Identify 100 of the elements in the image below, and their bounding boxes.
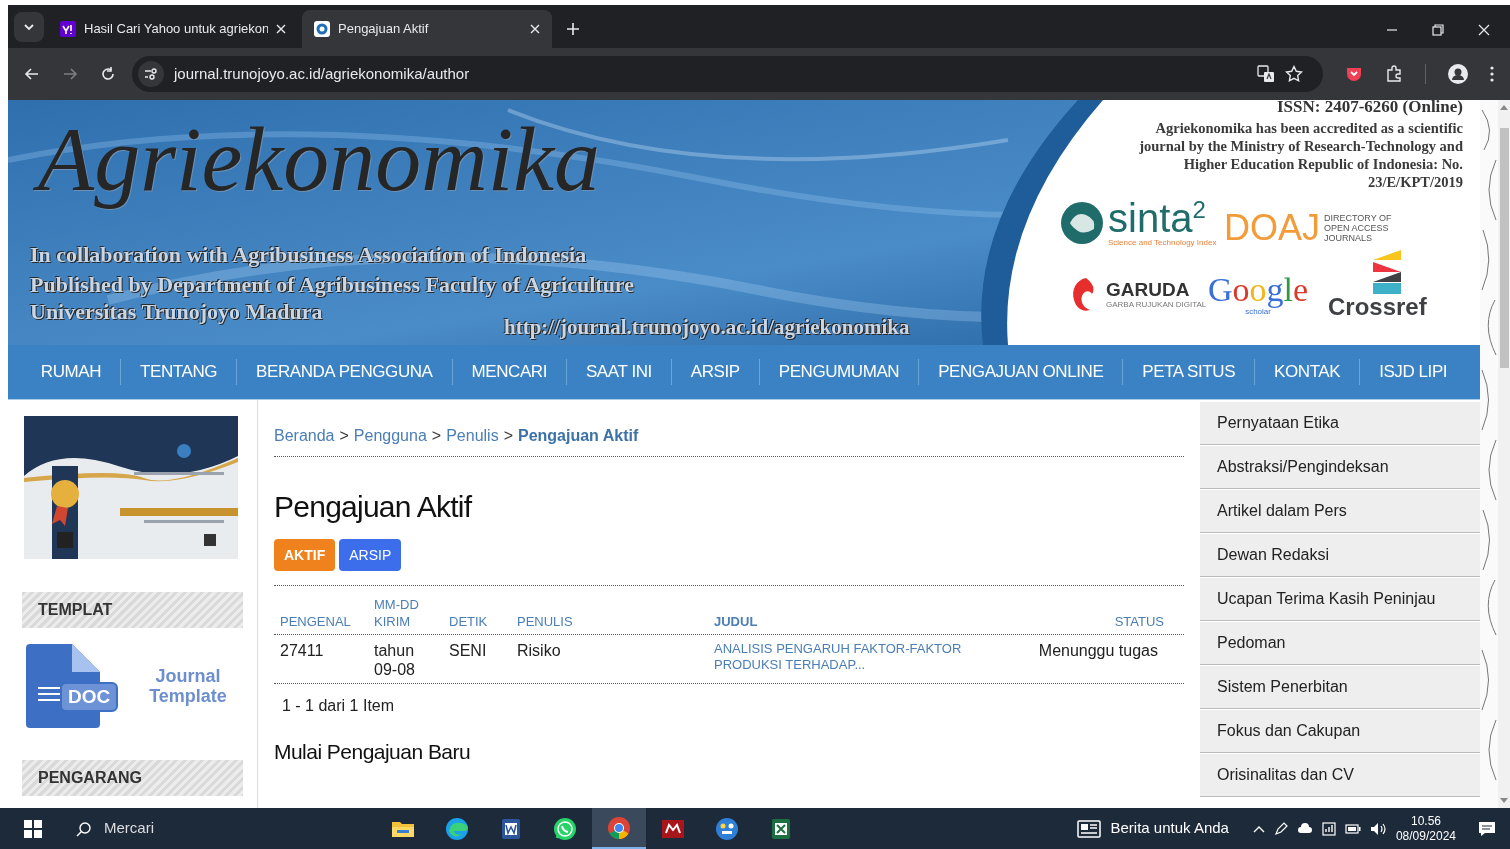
close-icon[interactable] xyxy=(276,24,286,34)
sidebar-link[interactable]: Ucapan Terima Kasih Peninjau xyxy=(1200,578,1480,621)
nav-link[interactable]: MENCARI xyxy=(451,359,566,385)
sidebar-link[interactable]: Artikel dalam Pers xyxy=(1200,490,1480,533)
sidebar-link[interactable]: Abstraksi/Pengindeksan xyxy=(1200,446,1480,489)
accreditation-text: Agriekonomika has been accredited as a scientific journal by the Ministry of Research-Technology and Higher Education Republic of Indonesia: No. 23/E/KPT/2019 xyxy=(1138,119,1463,191)
sinta-rank-text: 2 xyxy=(1192,198,1206,222)
tab-title: Pengajuan Aktif xyxy=(338,20,430,39)
new-tab-icon[interactable] xyxy=(566,22,580,36)
close-icon[interactable] xyxy=(1478,24,1490,36)
stacked-stripes-icon xyxy=(1371,250,1404,294)
nav-link[interactable]: BERANDA PENGGUNA xyxy=(236,359,452,385)
column-header: DETIK xyxy=(449,613,489,630)
sidebar-heading: PENGARANG xyxy=(22,760,243,796)
notification-icon[interactable] xyxy=(1478,820,1496,837)
close-icon[interactable] xyxy=(530,24,540,34)
sinta-tagline-text: Science and Technology Index xyxy=(1108,238,1217,247)
excel-icon xyxy=(769,816,793,841)
sidebar-link[interactable]: Pernyataan Etika xyxy=(1200,402,1480,445)
doc-badge: DOC xyxy=(60,682,119,712)
nav-link[interactable]: ARSIP xyxy=(670,359,759,385)
pocket-icon[interactable] xyxy=(1345,65,1363,83)
reload-icon[interactable] xyxy=(100,66,116,82)
table-cell-text: Menunggu tugas xyxy=(1037,641,1159,660)
nav-link[interactable]: TENTANG xyxy=(120,359,237,385)
nav-link[interactable]: SAAT INI xyxy=(565,359,671,385)
journal-template-link[interactable]: DOC Journal Template xyxy=(22,644,243,728)
collaboration-text: Published by Department of Agribusiness Faculty of Agriculture xyxy=(30,271,634,299)
nav-link[interactable]: KONTAK xyxy=(1254,359,1360,385)
sidebar-link[interactable]: Fokus dan Cakupan xyxy=(1200,710,1480,753)
network-icon[interactable] xyxy=(1321,821,1336,836)
profile-icon[interactable] xyxy=(1448,64,1468,84)
nav-link[interactable]: PETA SITUS xyxy=(1122,359,1255,385)
translate-icon[interactable] xyxy=(1257,65,1275,83)
nav-link[interactable]: PENGUMUMAN xyxy=(758,359,919,385)
scroll-up-icon[interactable] xyxy=(1500,104,1508,110)
windows-start-icon[interactable] xyxy=(24,819,42,838)
news-text: Berita untuk Anda xyxy=(1110,818,1229,839)
section-heading: Mulai Pengajuan Baru xyxy=(274,739,472,765)
scrollbar-thumb[interactable] xyxy=(1499,128,1509,368)
sidebar-link[interactable]: Sistem Penerbitan xyxy=(1200,666,1480,709)
column-header: STATUS xyxy=(1113,613,1165,630)
issn-text: ISSN: 2407-6260 (Online) xyxy=(1276,100,1463,117)
restore-icon[interactable] xyxy=(1432,24,1444,36)
pen-icon[interactable] xyxy=(1273,821,1288,836)
column-header: PENULIS xyxy=(517,613,574,630)
taskbar-search-box[interactable]: Mercari xyxy=(66,808,376,849)
back-icon[interactable] xyxy=(24,66,40,82)
sidebar-link[interactable]: Dewan Redaksi xyxy=(1200,534,1480,577)
chevron-up-icon[interactable] xyxy=(1252,824,1265,833)
tab[interactable]: AKTIF xyxy=(274,539,336,571)
breadcrumb-link[interactable]: Pengajuan Aktif xyxy=(518,424,639,448)
tab[interactable]: ARSIP xyxy=(339,539,402,571)
breadcrumb-link[interactable]: Beranda xyxy=(274,424,335,448)
star-icon[interactable] xyxy=(1285,65,1303,83)
scholar-text: scholar xyxy=(1245,308,1271,316)
cloud-icon[interactable] xyxy=(1296,821,1313,836)
word-icon xyxy=(499,816,523,841)
battery-icon[interactable] xyxy=(1344,823,1361,834)
speaker-icon[interactable] xyxy=(1369,821,1386,836)
browser-tab[interactable]: Hasil Cari Yahoo untuk agriekon xyxy=(48,10,298,48)
submission-title-link[interactable]: ANALISIS PENGARUH FAKTOR-FAKTOR PRODUKSI TERHADAP... xyxy=(714,641,1034,673)
news-widget[interactable]: Berita untuk Anda xyxy=(1076,817,1229,840)
nav-link[interactable]: ISJD LIPI xyxy=(1359,359,1467,385)
tab-title: Hasil Cari Yahoo untuk agriekon xyxy=(84,20,268,39)
forward-icon[interactable] xyxy=(62,66,78,82)
page-title: Pengajuan Aktif xyxy=(274,489,473,525)
extensions-icon[interactable] xyxy=(1385,65,1403,83)
nav-link[interactable]: PENGAJUAN ONLINE xyxy=(918,359,1123,385)
time-text: 10.56 xyxy=(1410,813,1441,829)
pagination-text: 1 - 1 dari 1 Item xyxy=(282,696,396,716)
search-placeholder-text: Mercari xyxy=(104,818,154,839)
url-text: journal.trunojoyo.ac.id/agriekonomika/author xyxy=(174,63,471,84)
edge-icon xyxy=(445,816,469,841)
sidebar-link[interactable]: Orisinalitas dan CV xyxy=(1200,754,1480,797)
breadcrumb-link[interactable]: Penulis xyxy=(446,424,499,448)
template-label: Journal Template xyxy=(148,666,228,706)
sidebar-link[interactable]: Pedoman xyxy=(1200,622,1480,665)
chrome-icon xyxy=(607,815,631,840)
google-scholar-logo-text: Google xyxy=(1208,272,1309,308)
site-settings-icon[interactable] xyxy=(144,68,158,80)
browser-tab[interactable]: Pengajuan Aktif xyxy=(302,10,552,48)
nav-link[interactable]: RUMAH xyxy=(21,359,121,385)
breadcrumb-link[interactable]: Pengguna xyxy=(353,424,427,448)
scroll-down-icon[interactable] xyxy=(1500,798,1508,804)
journal-favicon-icon xyxy=(314,21,330,37)
table-cell-text: SENI xyxy=(449,641,488,660)
clock[interactable]: 10.56 08/09/2024 xyxy=(1395,813,1456,844)
breadcrumb-separator: > xyxy=(339,426,349,446)
collaboration-text: In collaboration with Agribusiness Association of Indonesia xyxy=(30,241,587,269)
garuda-logo-text: GARUDA xyxy=(1106,279,1191,300)
whatsapp-icon xyxy=(553,816,577,841)
column-header: JUDUL xyxy=(714,613,759,630)
crossref-logo-text: Crossref xyxy=(1328,294,1427,320)
menu-icon[interactable] xyxy=(1490,66,1494,82)
address-bar[interactable]: journal.trunojoyo.ac.id/agriekonomika/author xyxy=(132,56,1323,92)
breadcrumb-separator: > xyxy=(503,426,513,446)
tab-list-button[interactable] xyxy=(14,12,44,42)
yahoo-icon xyxy=(60,21,76,37)
column-header: PENGENAL xyxy=(280,613,352,630)
